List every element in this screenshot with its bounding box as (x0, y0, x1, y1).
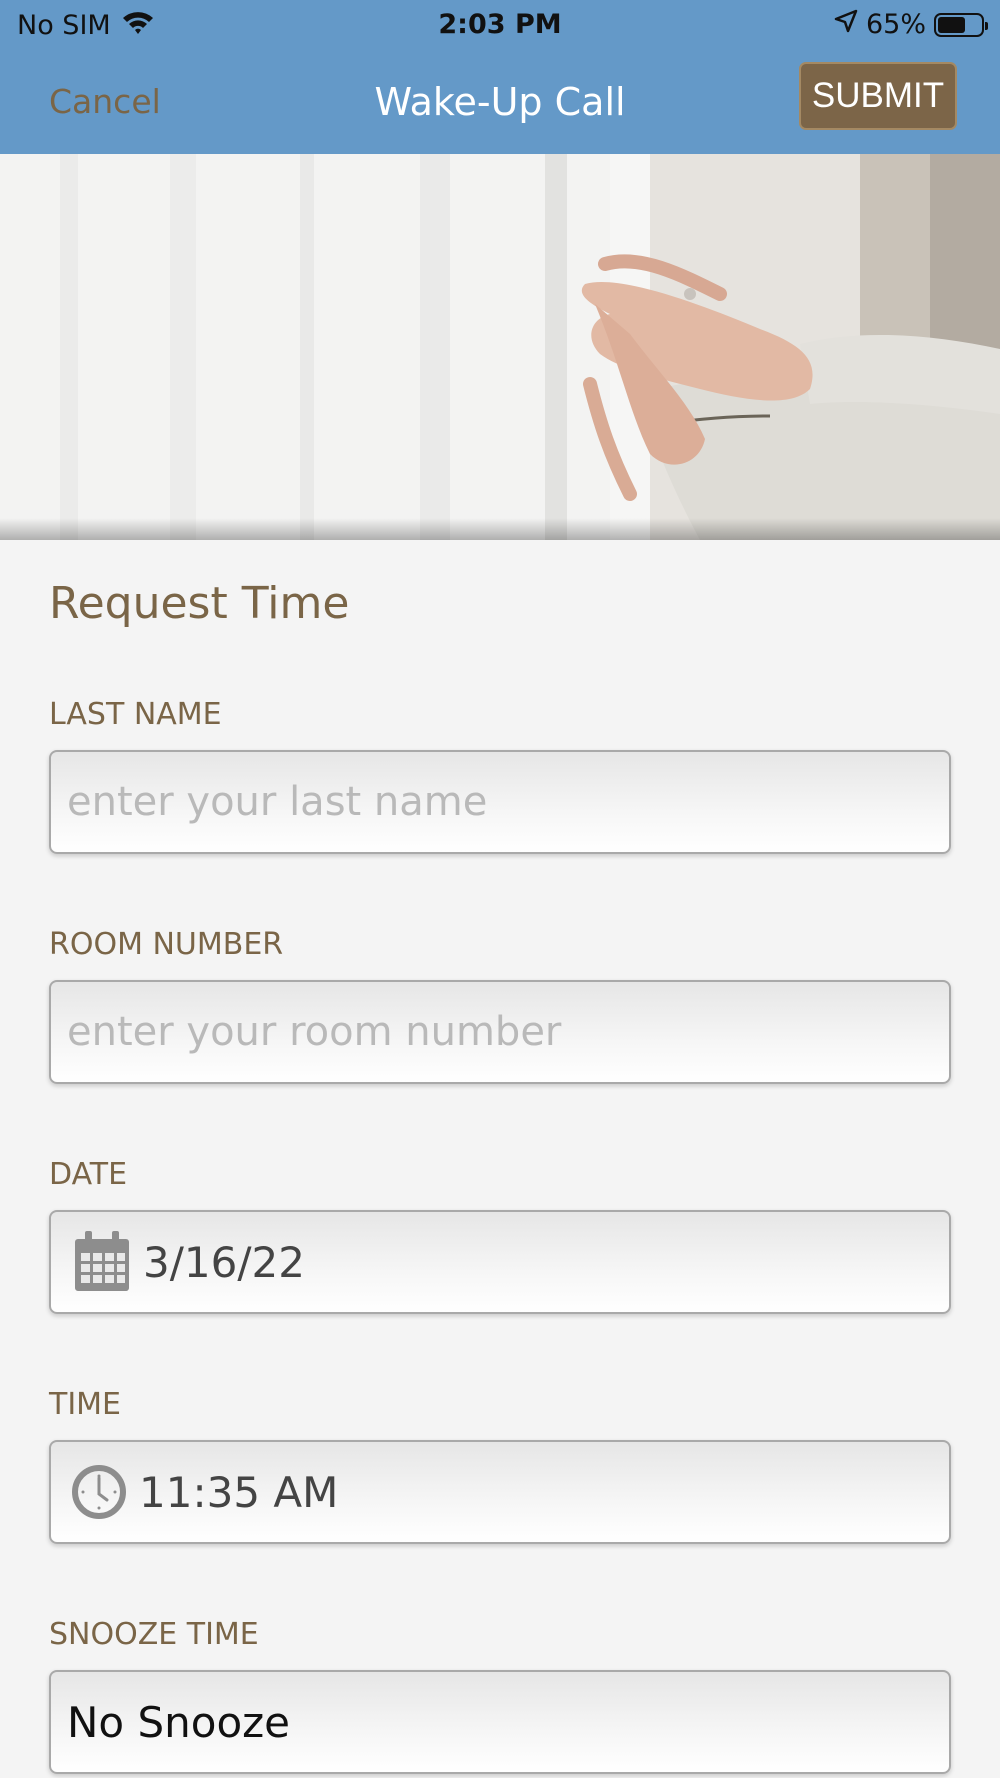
hands-curtain-illustration (0, 154, 1000, 540)
status-bar: No SIM 2:03 PM 65% (0, 0, 1000, 50)
time-label: TIME (49, 1387, 122, 1422)
navigation-bar: Cancel Wake-Up Call SUBMIT (0, 50, 1000, 154)
time-picker-field[interactable]: 11:35 AM (49, 1440, 951, 1544)
last-name-label: LAST NAME (49, 697, 222, 732)
top-bar: No SIM 2:03 PM 65% Cancel Wake-Up Call S… (0, 0, 1000, 156)
section-title: Request Time (49, 578, 350, 629)
status-right-group: 65% (834, 9, 988, 40)
calendar-icon (73, 1231, 131, 1293)
submit-button[interactable]: SUBMIT (799, 62, 957, 130)
battery-fill (938, 16, 966, 33)
battery-percent: 65% (865, 9, 926, 40)
snooze-time-value: No Snooze (67, 1697, 291, 1747)
hero-image (0, 154, 1000, 540)
date-value: 3/16/22 (143, 1237, 305, 1287)
room-number-field[interactable] (49, 980, 951, 1084)
room-number-label: ROOM NUMBER (49, 927, 284, 962)
snooze-time-select[interactable]: No Snooze (49, 1670, 951, 1774)
clock-icon (71, 1464, 127, 1520)
time-value: 11:35 AM (139, 1467, 339, 1517)
date-label: DATE (49, 1157, 128, 1192)
location-arrow-icon (834, 9, 858, 40)
snooze-time-label: SNOOZE TIME (49, 1617, 259, 1652)
last-name-input[interactable] (51, 752, 949, 852)
last-name-field[interactable] (49, 750, 951, 854)
room-number-input[interactable] (51, 982, 949, 1082)
date-picker-field[interactable]: 3/16/22 (49, 1210, 951, 1314)
battery-icon (934, 12, 988, 37)
